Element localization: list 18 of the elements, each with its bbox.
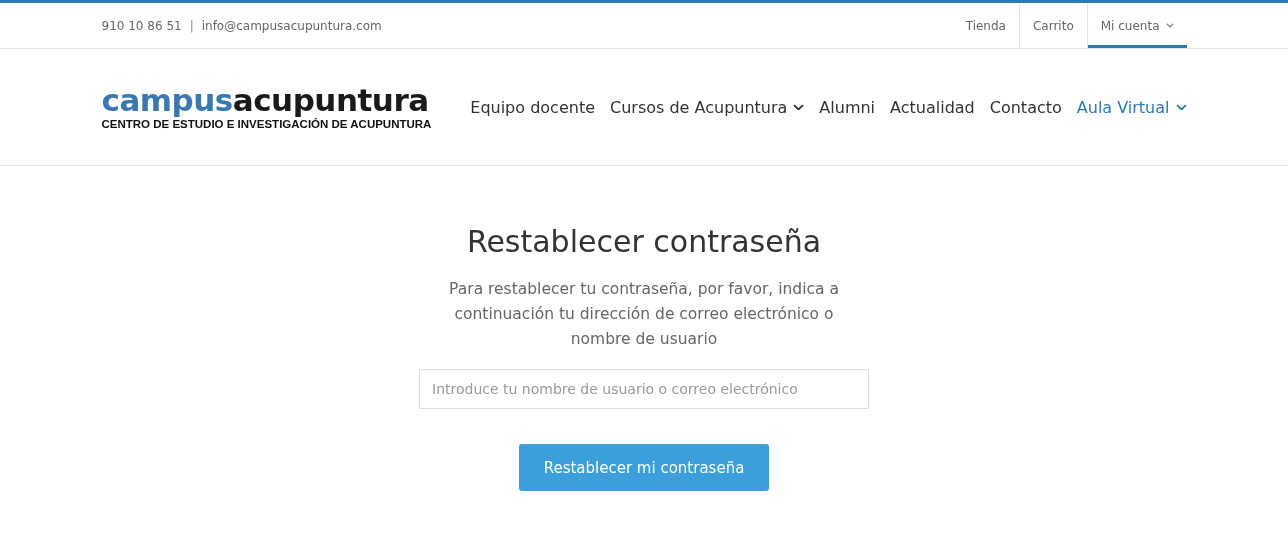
top-link[interactable]: Tienda — [952, 3, 1019, 48]
logo-text[interactable]: campus — [101, 82, 233, 118]
nav-link[interactable]: Alumni — [819, 97, 876, 117]
nav-link[interactable]: Contacto — [989, 97, 1062, 117]
nav-link[interactable]: Cursos de Acupuntura — [610, 97, 805, 117]
nav-link[interactable]: Equipo docente — [470, 97, 595, 117]
phone-number: 910 10 86 51 — [101, 18, 182, 33]
username-field[interactable]: Introduce tu nombre de usuario o correo electrónico — [419, 369, 869, 409]
top-link[interactable]: Mi cuenta — [1086, 3, 1187, 48]
logo-text[interactable]: acupuntura — [232, 82, 429, 118]
email-link[interactable]: info@campusacupuntura.com — [201, 18, 382, 33]
nav-link[interactable]: Aula Virtual — [1076, 97, 1187, 117]
logo-tagline: CENTRO DE ESTUDIO E INVESTIGACIÓN DE ACUPUNTURA — [101, 118, 432, 130]
top-link[interactable]: Carrito — [1018, 3, 1087, 48]
description: Para restablecer tu contraseña, por favor, indica a continuación tu dirección de correo electrónico o nombre de usuario — [448, 279, 840, 350]
separator: | — [189, 18, 194, 33]
page-title: Restablecer contraseña — [466, 224, 822, 259]
nav-link[interactable]: Actualidad — [890, 97, 975, 117]
